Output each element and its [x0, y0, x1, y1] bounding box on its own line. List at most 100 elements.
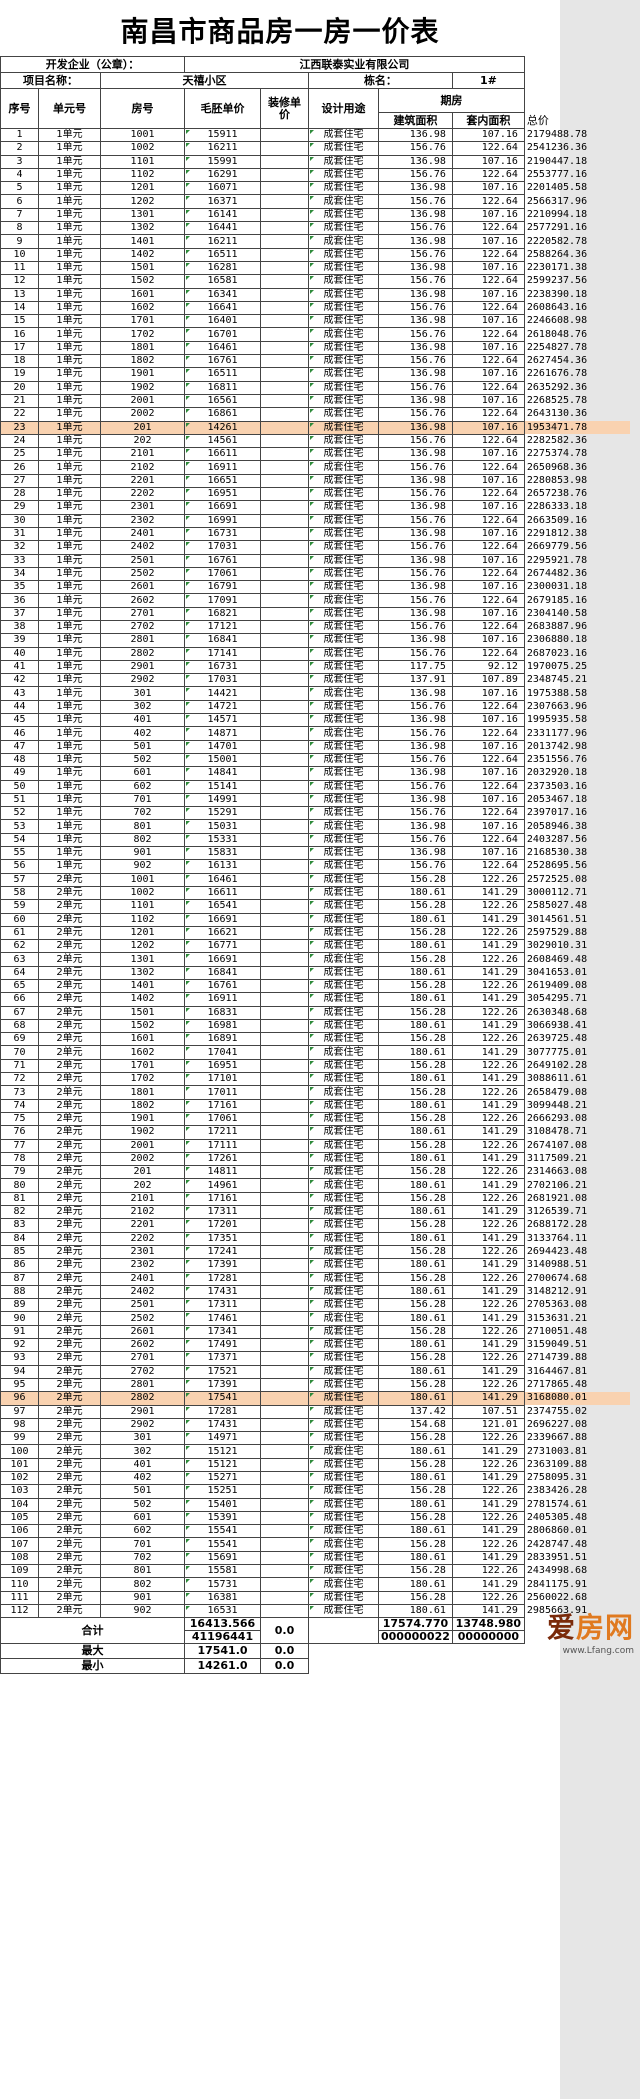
- cell-seq: 17: [0, 340, 39, 356]
- cell-price: 16211: [184, 234, 261, 249]
- cell-unit: 1单元: [38, 380, 101, 395]
- cell-deco: [260, 1590, 309, 1605]
- table-row: 21 1单元 2001 16561 成套住宅 136.98 107.16 2268525.78: [0, 393, 631, 409]
- cell-seq: 37: [0, 606, 39, 621]
- cell-deco: [260, 1271, 309, 1286]
- cell-seq: 73: [0, 1085, 39, 1100]
- cell-use: 成套住宅: [308, 779, 379, 794]
- table-row: 30 1单元 2302 16991 成套住宅 156.76 122.64 2663509.16: [0, 513, 631, 528]
- table-row: 42 1单元 2902 17031 成套住宅 137.91 107.89 2348745.21: [0, 673, 631, 688]
- cell-total: 2566317.96: [526, 195, 588, 207]
- cell-inner-area: 122.64: [451, 699, 525, 715]
- cell-total: 2053467.18: [526, 793, 588, 805]
- cell-seq: 82: [0, 1205, 39, 1220]
- cell-inner-area: 107.16: [451, 314, 525, 329]
- cell-inner-area: 107.16: [451, 420, 525, 435]
- cell-unit: 2单元: [38, 1218, 101, 1233]
- header-build-area: 建筑面积: [378, 112, 453, 129]
- cell-price: 16691: [184, 912, 261, 927]
- min-row: 最小 14261.0 0.0: [0, 1658, 631, 1675]
- cell-price: 17491: [184, 1338, 261, 1353]
- cell-price: 17211: [184, 1125, 261, 1140]
- cell-build-area: 156.28: [378, 1484, 453, 1499]
- cell-price: 16511: [184, 367, 261, 382]
- cell-total: 2254827.78: [526, 341, 588, 353]
- cell-use: 成套住宅: [308, 1072, 379, 1087]
- cell-seq: 62: [0, 939, 39, 954]
- cell-inner-area: 122.26: [451, 899, 525, 914]
- cell-inner-area: 122.26: [451, 1431, 525, 1446]
- cell-unit: 1单元: [38, 806, 101, 821]
- table-row: 44 1单元 302 14721 成套住宅 156.76 122.64 2307663.96: [0, 699, 631, 715]
- cell-room: 2501: [100, 553, 185, 568]
- cell-use: 成套住宅: [308, 1417, 379, 1433]
- cell-price: 15141: [184, 779, 261, 794]
- cell-build-area: 136.98: [378, 127, 453, 143]
- table-row: 97 2单元 2901 17281 成套住宅 137.42 107.51 2374755.02: [0, 1404, 631, 1419]
- cell-use: 成套住宅: [308, 300, 379, 316]
- cell-deco: [260, 420, 309, 435]
- cell-inner-area: 122.26: [451, 1032, 525, 1047]
- cell-price: 17311: [184, 1205, 261, 1220]
- cell-total: 1995935.58: [526, 714, 588, 726]
- cell-deco: [260, 1072, 309, 1087]
- cell-use: 成套住宅: [308, 899, 379, 914]
- cell-unit: 1单元: [38, 141, 101, 156]
- cell-use: 成套住宅: [308, 766, 379, 781]
- cell-inner-area: 141.29: [451, 1364, 525, 1379]
- cell-use: 成套住宅: [308, 580, 379, 595]
- cell-room: 1302: [100, 221, 185, 236]
- cell-inner-area: 141.29: [451, 1550, 525, 1566]
- cell-room: 2602: [100, 1338, 185, 1353]
- cell-price: 16691: [184, 500, 261, 515]
- cell-seq: 16: [0, 327, 39, 342]
- table-row: 87 2单元 2401 17281 成套住宅 156.28 122.26 2700674.68: [0, 1271, 631, 1286]
- cell-seq: 103: [0, 1484, 39, 1499]
- cell-inner-area: 107.16: [451, 260, 525, 276]
- sum-inner-line2: 00000000: [451, 1630, 525, 1645]
- cell-use: 成套住宅: [308, 806, 379, 821]
- cell-seq: 68: [0, 1018, 39, 1034]
- cell-room: 2902: [100, 673, 185, 688]
- cell-inner-area: 122.26: [451, 1564, 525, 1579]
- cell-inner-area: 122.64: [451, 779, 525, 794]
- cell-price: 16731: [184, 526, 261, 542]
- cell-seq: 66: [0, 992, 39, 1007]
- table-row: 82 2单元 2102 17311 成套住宅 180.61 141.29 3126539.71: [0, 1205, 631, 1220]
- table-row: 47 1单元 501 14701 成套住宅 136.98 107.16 2013742.98: [0, 739, 631, 754]
- cell-build-area: 136.98: [378, 739, 453, 754]
- table-row: 18 1单元 1802 16761 成套住宅 156.76 122.64 2627454.36: [0, 354, 631, 369]
- cell-build-area: 180.61: [378, 1231, 453, 1246]
- cell-price: 15391: [184, 1510, 261, 1526]
- cell-deco: [260, 447, 309, 462]
- cell-total: 2291812.38: [526, 528, 588, 540]
- cell-deco: [260, 300, 309, 316]
- cell-room: 202: [100, 1178, 185, 1193]
- cell-inner-area: 107.16: [451, 447, 525, 462]
- cell-unit: 1单元: [38, 513, 101, 528]
- cell-inner-area: 141.29: [451, 1151, 525, 1167]
- cell-total: 2541236.36: [526, 142, 588, 154]
- cell-seq: 70: [0, 1045, 39, 1060]
- cell-price: 15031: [184, 819, 261, 834]
- cell-total: 2683887.96: [526, 621, 588, 633]
- cell-price: 14991: [184, 792, 261, 808]
- cell-deco: [260, 260, 309, 276]
- table-row: 1 1单元 1001 15911 成套住宅 136.98 107.16 2179488.78: [0, 127, 631, 143]
- table-row: 86 2单元 2302 17391 成套住宅 180.61 141.29 3140988.51: [0, 1258, 631, 1273]
- cell-build-area: 180.61: [378, 1072, 453, 1087]
- cell-deco: [260, 1085, 309, 1100]
- table-row: 51 1单元 701 14991 成套住宅 136.98 107.16 2053467.18: [0, 792, 631, 808]
- header-room: 房号: [100, 88, 185, 129]
- cell-room: 1802: [100, 354, 185, 369]
- cell-build-area: 136.98: [378, 580, 453, 595]
- table-row: 50 1单元 602 15141 成套住宅 156.76 122.64 2373503.16: [0, 779, 631, 794]
- cell-unit: 1单元: [38, 487, 101, 502]
- cell-build-area: 136.98: [378, 447, 453, 462]
- cell-build-area: 156.28: [378, 1218, 453, 1233]
- cell-seq: 67: [0, 1005, 39, 1020]
- cell-unit: 2单元: [38, 1510, 101, 1526]
- cell-unit: 2单元: [38, 1457, 101, 1472]
- cell-unit: 1单元: [38, 247, 101, 262]
- cell-deco: [260, 141, 309, 156]
